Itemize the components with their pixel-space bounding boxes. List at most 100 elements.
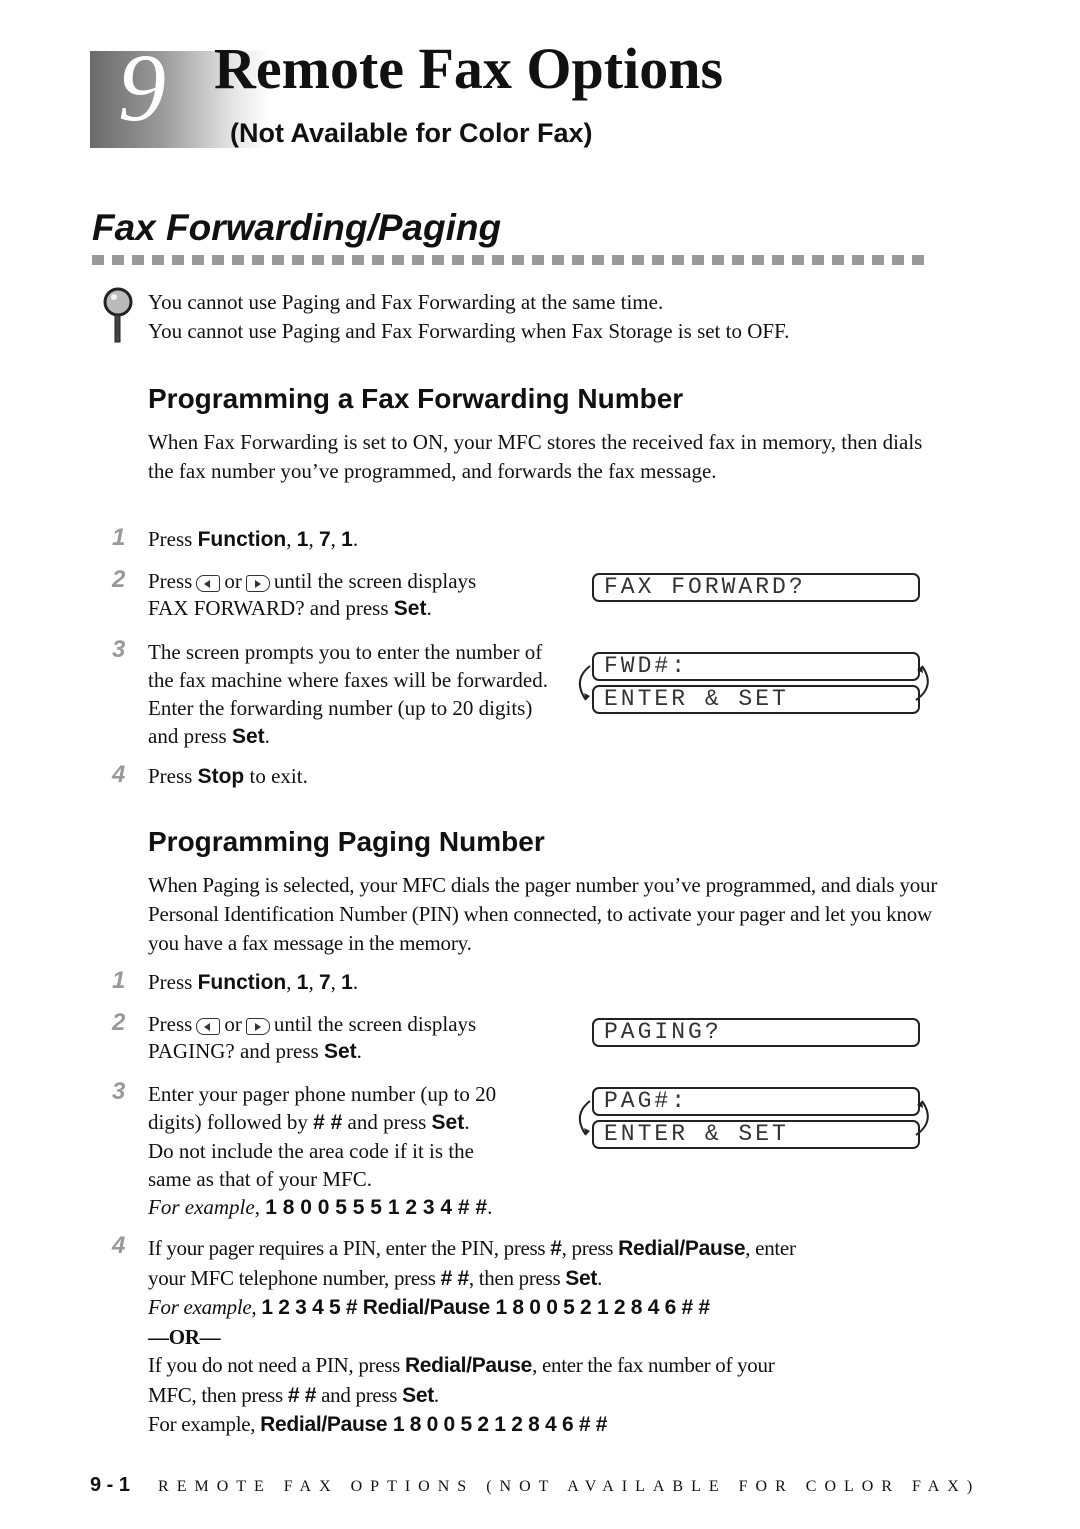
step-text: , [286,970,297,994]
step-text: . [597,1265,603,1290]
chapter-title: Remote Fax Options [214,36,724,101]
divider-square [572,255,584,265]
step-text: , [330,527,342,551]
step-text: until the screen displays [273,1012,477,1036]
divider-square [712,255,724,265]
divider-square [772,255,784,265]
divider-square [92,255,104,265]
paging-intro: When Paging is selected, your MFC dials … [148,873,938,955]
step-text: until the screen displays [273,569,477,593]
key-hash: # [550,1237,562,1260]
step-text: MFC, then press [148,1382,288,1407]
lcd-screen: FAX FORWARD? [592,573,920,602]
alternating-arrows-icon [579,1100,929,1136]
divider-square [592,255,604,265]
step-number: 3 [112,636,126,663]
example-label: For example [148,1195,255,1219]
forwarding-step-2: Press or until the screen displays FAX FOR… [148,568,476,622]
divider-square [192,255,204,265]
divider-square [252,255,264,265]
key-7: 7 [318,528,331,551]
divider-square [332,255,344,265]
divider-square [692,255,704,265]
paging-heading: Programming Paging Number [148,826,545,857]
right-arrow-key-icon [245,574,270,592]
divider-square [732,255,744,265]
step-text: to exit. [244,764,308,788]
step-text: . [433,1382,439,1407]
chapter-subtitle: (Not Available for Color Fax) [230,118,593,148]
step-number: 2 [112,566,126,593]
step-text: , press [561,1236,619,1260]
step-text: same as that of your MFC. [148,1167,372,1191]
left-arrow-key-icon [196,574,221,592]
chapter-number: 9 [118,34,166,141]
step-text: , enter [745,1236,796,1260]
key-redial-pause: Redial/Pause [404,1354,533,1377]
step-text: digits) followed by [148,1110,314,1134]
step-text: , enter the fax number of your [532,1353,775,1377]
key-hash: # # [313,1111,343,1134]
section-title: Fax Forwarding/Paging [92,207,502,248]
divider-square [272,255,284,265]
divider-square [612,255,624,265]
step-number: 4 [112,761,126,788]
key-set: Set [231,725,265,748]
magnifier-note-icon [102,286,136,351]
section-divider [92,255,932,265]
step-text: , [308,970,319,994]
step-text: PAGING? and press [148,1039,324,1063]
step-text: Press [148,569,193,593]
key-stop: Stop [197,765,245,788]
step-text: Enter your pager phone number (up to 20 [148,1082,497,1106]
divider-square [632,255,644,265]
note-line: You cannot use Paging and Fax Forwarding… [148,290,664,314]
divider-square [492,255,504,265]
forwarding-intro: When Fax Forwarding is set to ON, your M… [148,430,923,483]
divider-square [312,255,324,265]
page-number: 9 - 1 [90,1474,131,1496]
step-text: , [286,527,297,551]
divider-square [512,255,524,265]
divider-square [152,255,164,265]
key-function: Function [197,971,287,994]
divider-square [412,255,424,265]
step-text: . [464,1110,470,1134]
example-value: 1 8 0 0 5 5 5 1 2 3 4 # # [265,1196,488,1219]
paging-step-1: Press Function, 1, 7, 1. [148,969,358,996]
key-set: Set [393,597,427,620]
key-1: 1 [296,971,309,994]
step-text: . [264,724,270,748]
step-text: and press [342,1110,432,1134]
left-arrow-key-icon [196,1017,221,1035]
step-number: 4 [112,1232,126,1259]
step-text: , [330,970,342,994]
step-text: Press [148,764,198,788]
divider-square [472,255,484,265]
running-title: REMOTE FAX OPTIONS (NOT AVAILABLE FOR CO… [158,1478,981,1495]
step-text: your MFC telephone number, press [148,1265,441,1290]
step-text: Press [148,527,198,551]
example-value: Redial/Pause 1 8 0 0 5 2 1 2 8 4 6 # # [260,1413,608,1436]
paging-step-4: If your pager requires a PIN, enter the … [148,1236,796,1436]
key-redial-pause: Redial/Pause [618,1237,746,1260]
divider-square [372,255,384,265]
key-hash: # # [287,1383,317,1407]
divider-square [132,255,144,265]
paging-step-3: Enter your pager phone number (up to 20 … [148,1082,497,1219]
right-arrow-key-icon [245,1017,270,1035]
step-text: The screen prompts you to enter the numb… [148,640,548,748]
step-number: 1 [112,967,126,994]
key-set: Set [402,1383,434,1407]
divider-square [672,255,684,265]
step-text: . [352,970,359,994]
divider-square [112,255,124,265]
example-label: For example [148,1295,252,1319]
key-1: 1 [341,528,353,551]
lcd-screen: PAGING? [592,1018,920,1047]
note-line: You cannot use Paging and Fax Forwarding… [148,319,790,343]
forwarding-step-1: Press Function, 1, 7, 1. [148,526,358,553]
divider-square [852,255,864,265]
step-number: 1 [112,524,126,551]
divider-square [392,255,404,265]
